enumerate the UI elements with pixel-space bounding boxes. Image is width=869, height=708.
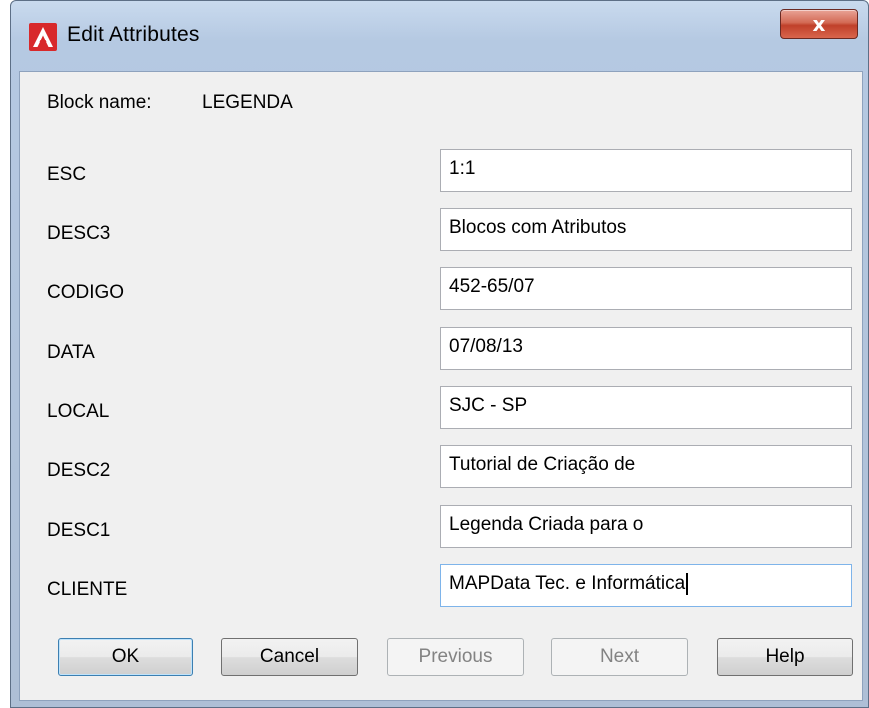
attribute-input-desc2[interactable]: Tutorial de Criação de xyxy=(440,445,852,488)
attribute-input-esc[interactable]: 1:1 xyxy=(440,149,852,192)
close-icon: x xyxy=(812,12,826,36)
attribute-input-desc1[interactable]: Legenda Criada para o xyxy=(440,505,852,548)
attribute-label-esc: ESC xyxy=(47,164,87,185)
attribute-label-desc2: DESC2 xyxy=(47,460,111,481)
block-name-value: LEGENDA xyxy=(202,92,293,113)
dialog-body: Block name: LEGENDA ESC 1:1 DESC3 Blocos… xyxy=(19,71,863,701)
window-title: Edit Attributes xyxy=(67,23,200,46)
close-button[interactable]: x xyxy=(780,9,858,39)
block-name-label: Block name: xyxy=(47,92,152,113)
autocad-app-icon xyxy=(29,23,57,51)
attribute-label-codigo: CODIGO xyxy=(47,282,125,303)
text-caret xyxy=(686,572,689,595)
title-bar[interactable]: Edit Attributes x xyxy=(11,1,868,71)
attribute-label-desc3: DESC3 xyxy=(47,223,111,244)
attribute-label-desc1: DESC1 xyxy=(47,520,111,541)
attribute-input-cliente[interactable]: MAPData Tec. e Informática xyxy=(440,564,852,607)
attribute-label-data: DATA xyxy=(47,342,95,363)
help-button[interactable]: Help xyxy=(717,638,853,676)
attribute-label-cliente: CLIENTE xyxy=(47,579,128,600)
attribute-label-local: LOCAL xyxy=(47,401,110,422)
previous-button[interactable]: Previous xyxy=(387,638,524,676)
attribute-input-local[interactable]: SJC - SP xyxy=(440,386,852,429)
attribute-input-data[interactable]: 07/08/13 xyxy=(440,327,852,370)
next-button[interactable]: Next xyxy=(551,638,688,676)
attribute-input-codigo[interactable]: 452-65/07 xyxy=(440,267,852,310)
cancel-button[interactable]: Cancel xyxy=(221,638,358,676)
edit-attributes-dialog: Edit Attributes x Block name: LEGENDA ES… xyxy=(10,0,869,708)
ok-button[interactable]: OK xyxy=(58,638,193,676)
attribute-input-desc3[interactable]: Blocos com Atributos xyxy=(440,208,852,251)
